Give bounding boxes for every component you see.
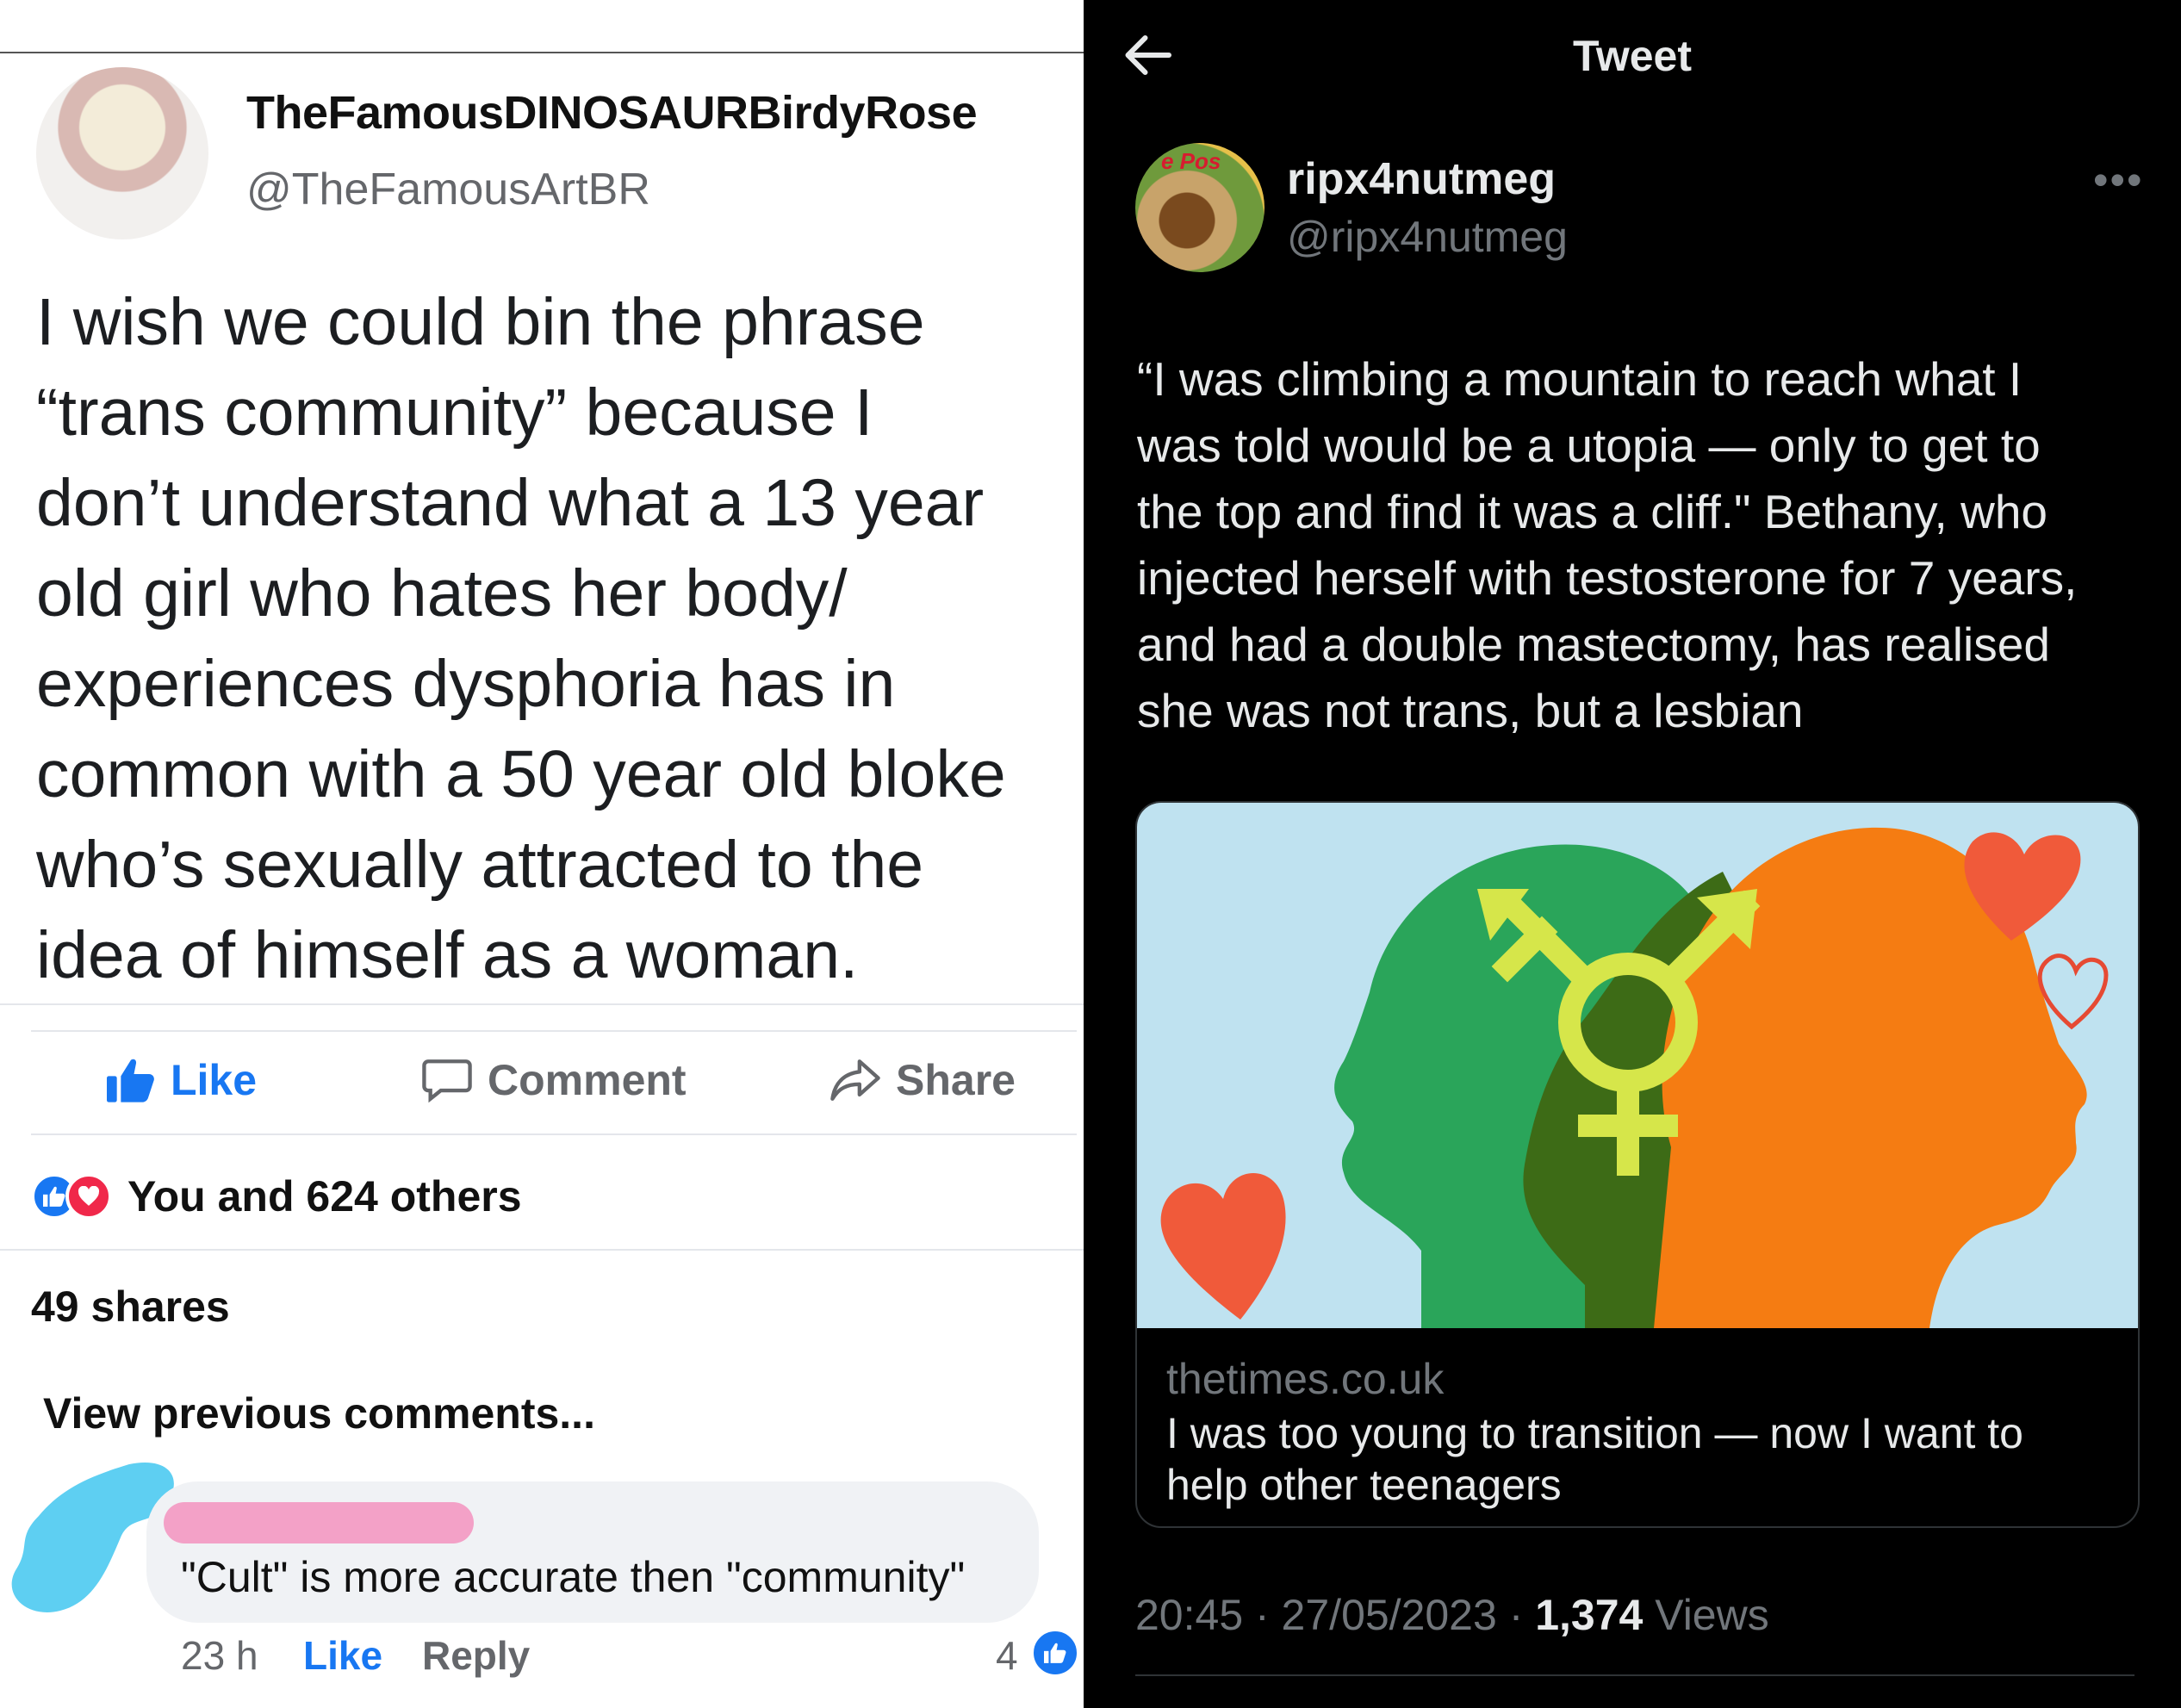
views-label: Views [1643, 1591, 1769, 1639]
tweet-line: the top and find it was a cliff." Bethan… [1137, 485, 2048, 538]
share-label: Share [896, 1056, 1016, 1104]
post-line: I wish we could bin the phrase [36, 285, 925, 359]
author-name[interactable]: ripx4nutmeg [1287, 153, 1556, 205]
comment-time: 23 h [181, 1633, 258, 1678]
love-reaction-icon [65, 1173, 112, 1220]
tweet-line: and had a double mastectomy, has realise… [1137, 618, 2050, 671]
avatar-text: e Pos [1161, 148, 1221, 174]
reactions-summary[interactable]: You and 624 others [31, 1171, 522, 1221]
author-handle[interactable]: @TheFamousArtBR [246, 164, 650, 215]
reactions-count-text: You and 624 others [127, 1172, 522, 1220]
tweet-line: was told would be a utopia — only to get… [1137, 419, 2041, 472]
divider [31, 1133, 1077, 1135]
shares-count[interactable]: 49 shares [31, 1282, 230, 1332]
tweet-line: she was not trans, but a lesbian [1137, 684, 1804, 737]
like-label: Like [171, 1056, 258, 1104]
post-line: who’s sexually attracted to the [36, 828, 924, 902]
tweet-line: injected herself with testosterone for 7… [1137, 551, 2078, 605]
post-line: common with a 50 year old bloke [36, 737, 1006, 811]
comment-button[interactable]: Comment [422, 1055, 687, 1105]
comment-reaction-count: 4 [996, 1633, 1018, 1678]
comment-like-button[interactable]: Like [303, 1632, 382, 1679]
post-text: I wish we could bin the phrase “trans co… [36, 277, 1078, 1001]
comment-icon [422, 1059, 472, 1103]
thumbs-up-icon [107, 1059, 154, 1102]
post-line: “trans community” because I [36, 376, 873, 450]
comment-label: Comment [488, 1056, 687, 1104]
like-button[interactable]: Like [107, 1055, 257, 1105]
divider [0, 1249, 1084, 1251]
header-title: Tweet [1573, 32, 1692, 80]
comment-reply-button[interactable]: Reply [422, 1632, 530, 1679]
post-line: experiences dysphoria has in [36, 647, 896, 721]
author-avatar[interactable]: e Pos [1135, 143, 1264, 272]
post-line: idea of himself as a woman. [36, 918, 859, 992]
views-count: 1,374 [1535, 1591, 1644, 1639]
card-title-line: I was too young to transition — now I wa… [1166, 1409, 2023, 1457]
post-line: don’t understand what a 13 year [36, 466, 985, 540]
more-options-icon[interactable]: ⋮ [1065, 96, 1084, 145]
divider [1135, 1674, 2134, 1676]
divider [31, 1030, 1077, 1032]
card-title: I was too young to transition — now I wa… [1166, 1407, 2023, 1511]
author-name[interactable]: TheFamousDINOSAURBirdyRose [246, 86, 978, 140]
link-card[interactable]: thetimes.co.uk I was too young to transi… [1135, 801, 2140, 1528]
timestamp-text: 20:45 · 27/05/2023 · [1135, 1591, 1536, 1639]
tweet-line: “I was climbing a mountain to reach what… [1137, 352, 2023, 406]
card-domain: thetimes.co.uk [1166, 1355, 1445, 1403]
post-line: old girl who hates her body/ [36, 556, 848, 630]
comment-text: "Cult" is more accurate then "community" [181, 1553, 966, 1601]
tweet-text: “I was climbing a mountain to reach what… [1137, 346, 2162, 744]
facebook-panel: TheFamousDINOSAURBirdyRose @TheFamousArt… [0, 0, 1084, 1708]
top-divider [0, 52, 1084, 53]
tweet-timestamp: 20:45 · 27/05/2023 · 1,374 Views [1135, 1590, 1769, 1640]
card-title-line: help other teenagers [1166, 1461, 1562, 1509]
more-options-icon[interactable]: ••• [2093, 155, 2144, 205]
view-previous-comments-link[interactable]: View previous comments... [43, 1388, 595, 1438]
thumbs-up-icon [1030, 1628, 1080, 1678]
share-icon [830, 1059, 880, 1101]
author-avatar[interactable] [36, 67, 208, 239]
redacted-commenter-name [164, 1502, 474, 1543]
author-handle[interactable]: @ripx4nutmeg [1287, 212, 1568, 262]
twitter-panel: Tweet e Pos ripx4nutmeg @ripx4nutmeg •••… [1084, 0, 2181, 1708]
divider [0, 1003, 1084, 1005]
share-button[interactable]: Share [830, 1055, 1016, 1105]
article-image [1137, 803, 2138, 1328]
